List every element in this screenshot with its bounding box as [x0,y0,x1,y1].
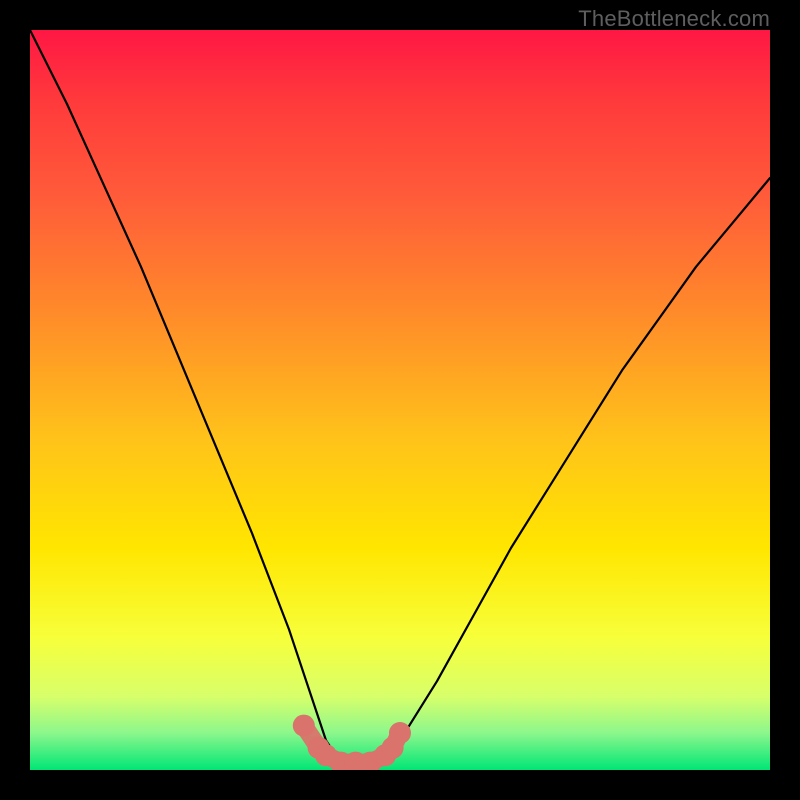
chart-frame: TheBottleneck.com [0,0,800,800]
optimal-range-markers [293,715,411,770]
chart-svg [30,30,770,770]
bottleneck-curve-line [30,30,770,770]
optimal-range-dot [293,715,315,737]
optimal-range-dot [389,722,411,744]
watermark-text: TheBottleneck.com [578,6,770,32]
plot-area [30,30,770,770]
